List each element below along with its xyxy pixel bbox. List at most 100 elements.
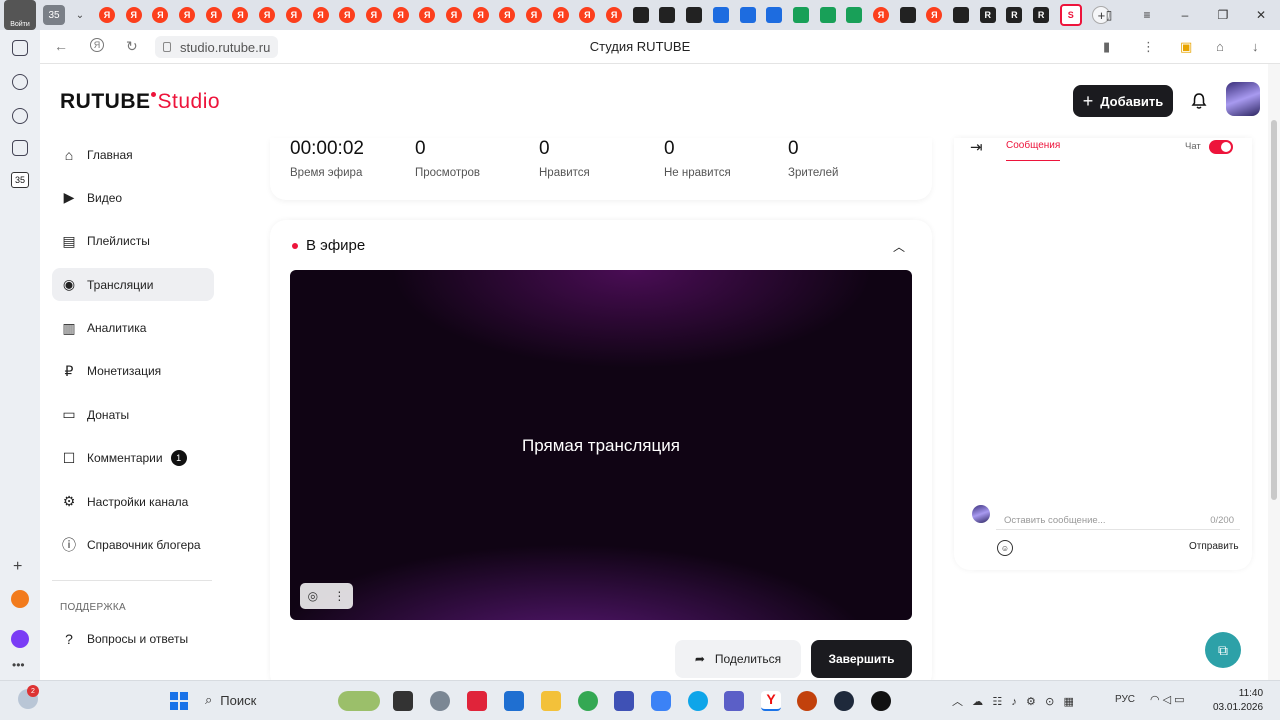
avatar[interactable] xyxy=(1226,82,1260,116)
download-icon[interactable]: ↓ xyxy=(1252,39,1259,54)
rutube-studio-logo[interactable]: RUTUBE Studio xyxy=(60,90,220,114)
widgets-icon[interactable] xyxy=(338,691,380,711)
minimize-icon[interactable]: – xyxy=(1166,8,1204,22)
start-button[interactable] xyxy=(170,692,188,710)
tab-yandex[interactable]: Я xyxy=(365,7,382,23)
tab-yandex[interactable]: Я xyxy=(526,7,542,23)
tab-app-icon[interactable] xyxy=(819,7,836,23)
sidebar-item-video[interactable]: ▶ Видео xyxy=(52,181,214,214)
more-icon[interactable]: ••• xyxy=(12,658,25,672)
tab-yandex[interactable]: Я xyxy=(445,7,462,23)
bookmark-panel-icon[interactable]: ▯ xyxy=(1090,8,1128,22)
tab-yandex[interactable]: Я xyxy=(179,7,196,23)
sidebar-item-monetization[interactable]: ₽ Монетизация xyxy=(52,355,214,388)
tab-app-icon[interactable] xyxy=(712,7,729,23)
more-vertical-icon[interactable]: ⋮ xyxy=(1142,39,1155,55)
app-icon[interactable] xyxy=(797,691,817,711)
tab-app-icon[interactable]: R xyxy=(1006,7,1023,23)
tab-yandex[interactable]: Я xyxy=(259,7,276,23)
tab-app-icon[interactable]: R xyxy=(979,7,996,23)
app-icon[interactable] xyxy=(467,691,487,711)
yandex-browser-app-icon[interactable]: Y xyxy=(761,691,781,711)
scrollbar-thumb[interactable] xyxy=(1271,120,1277,500)
chevron-down-icon[interactable]: ⌄ xyxy=(71,10,89,21)
edge-app-icon[interactable] xyxy=(688,691,708,711)
store-app-icon[interactable] xyxy=(504,691,524,711)
tab-app-icon[interactable] xyxy=(792,7,809,23)
page-scrollbar[interactable] xyxy=(1268,64,1280,680)
settings-app-icon[interactable] xyxy=(430,691,450,711)
sidebar-item-comments[interactable]: ☐ Комментарии 1 xyxy=(52,442,214,475)
browser-profile-button[interactable]: Войти xyxy=(4,0,36,30)
tab-messages[interactable]: Сообщения xyxy=(1006,140,1061,161)
tab-yandex[interactable]: Я xyxy=(205,7,222,23)
app-icon[interactable] xyxy=(614,691,634,711)
tab-yandex[interactable]: Я xyxy=(419,7,436,23)
tab-app-icon[interactable] xyxy=(686,7,703,23)
end-broadcast-button[interactable]: Завершить xyxy=(811,640,912,678)
tab-yandex[interactable]: Я xyxy=(392,7,409,23)
taskbar-search[interactable]: ⌕ Поиск xyxy=(205,692,256,708)
more-vertical-icon[interactable]: ⋮ xyxy=(333,589,345,603)
alice-icon[interactable] xyxy=(11,630,29,648)
folder-app-icon[interactable] xyxy=(541,691,561,711)
tab-app-icon[interactable] xyxy=(659,7,676,23)
tab-yandex[interactable]: Я xyxy=(499,7,516,23)
send-button[interactable]: Отправить xyxy=(1189,541,1239,552)
tab-yandex[interactable]: Я xyxy=(606,7,623,23)
tab-yandex[interactable]: Я xyxy=(926,7,943,23)
tab-yandex[interactable]: Я xyxy=(872,7,889,23)
tab-app-icon[interactable] xyxy=(899,7,916,23)
add-button[interactable]: + Добавить xyxy=(1073,85,1173,117)
tab-yandex[interactable]: Я xyxy=(579,7,596,23)
tab-yandex[interactable]: Я xyxy=(152,7,169,23)
chat-toggle[interactable] xyxy=(1209,140,1233,154)
sidebar-item-playlists[interactable]: ▤ Плейлисты xyxy=(52,225,214,258)
tab-rutube-studio-active[interactable]: S xyxy=(1059,4,1082,26)
tab-app-icon[interactable]: R xyxy=(1033,7,1050,23)
help-chat-button[interactable]: ⧉ xyxy=(1205,632,1241,668)
steam-app-icon[interactable] xyxy=(834,691,854,711)
tab-counter-button[interactable]: 35 xyxy=(43,5,65,25)
tab-app-icon[interactable] xyxy=(766,7,783,23)
tab-yandex[interactable]: Я xyxy=(552,7,569,23)
tab-yandex[interactable]: Я xyxy=(285,7,302,23)
tab-yandex[interactable]: Я xyxy=(312,7,329,23)
add-panel-icon[interactable]: + xyxy=(13,558,22,576)
menu-icon[interactable]: ≡ xyxy=(1128,8,1166,22)
explorer-app-icon[interactable] xyxy=(393,691,413,711)
chrome-app-icon[interactable] xyxy=(578,691,598,711)
restore-icon[interactable]: ❐ xyxy=(1204,8,1242,22)
language-indicator[interactable]: РУС xyxy=(1115,694,1135,705)
chat-message-input[interactable]: Оставить сообщение... 0/200 xyxy=(996,506,1240,530)
sidebar-item-broadcasts[interactable]: ◉ Трансляции xyxy=(52,268,214,302)
sidebar-item-donations[interactable]: ▭ Донаты xyxy=(52,398,214,431)
share-button[interactable]: ➦ Поделиться xyxy=(675,640,801,678)
sidebar-item-channel-settings[interactable]: ⚙ Настройки канала xyxy=(52,485,214,518)
tab-yandex[interactable]: Я xyxy=(472,7,489,23)
tab-app-icon[interactable] xyxy=(846,7,863,23)
screenshot-icon[interactable] xyxy=(12,140,28,156)
collections-icon[interactable]: ⌂ xyxy=(1216,39,1224,54)
tab-count-badge[interactable]: 35 xyxy=(11,172,29,188)
bookmark-icon[interactable]: ▮ xyxy=(1103,39,1110,55)
clock[interactable]: 11:40 03.01.2026 xyxy=(1213,687,1263,715)
app-icon[interactable] xyxy=(871,691,891,711)
sidebar-item-analytics[interactable]: ▥ Аналитика xyxy=(52,312,214,345)
emoji-icon[interactable]: ☺ xyxy=(997,540,1013,556)
bell-icon[interactable] xyxy=(1190,92,1208,110)
messenger-icon[interactable] xyxy=(12,74,28,90)
close-icon[interactable]: ✕ xyxy=(1242,8,1280,22)
sidebar-item-faq[interactable]: ? Вопросы и ответы xyxy=(60,630,188,648)
video-player[interactable]: Прямая трансляция ◎ ⋮ xyxy=(290,270,912,620)
tab-yandex[interactable]: Я xyxy=(339,7,356,23)
chat-app-icon[interactable] xyxy=(651,691,671,711)
browser-app-icon[interactable] xyxy=(11,590,29,608)
sidebar-item-home[interactable]: ⌂ Главная xyxy=(52,138,214,171)
tab-app-icon[interactable] xyxy=(953,7,969,23)
tab-app-icon[interactable] xyxy=(632,7,649,23)
music-icon[interactable] xyxy=(12,108,28,124)
system-tray[interactable]: ︿ ☁ ☷ ♪ ⚙ ⊙ ▦ xyxy=(952,693,1074,709)
collapse-panel-icon[interactable]: ⇥ xyxy=(970,138,983,156)
tab-yandex[interactable]: Я xyxy=(125,7,142,23)
